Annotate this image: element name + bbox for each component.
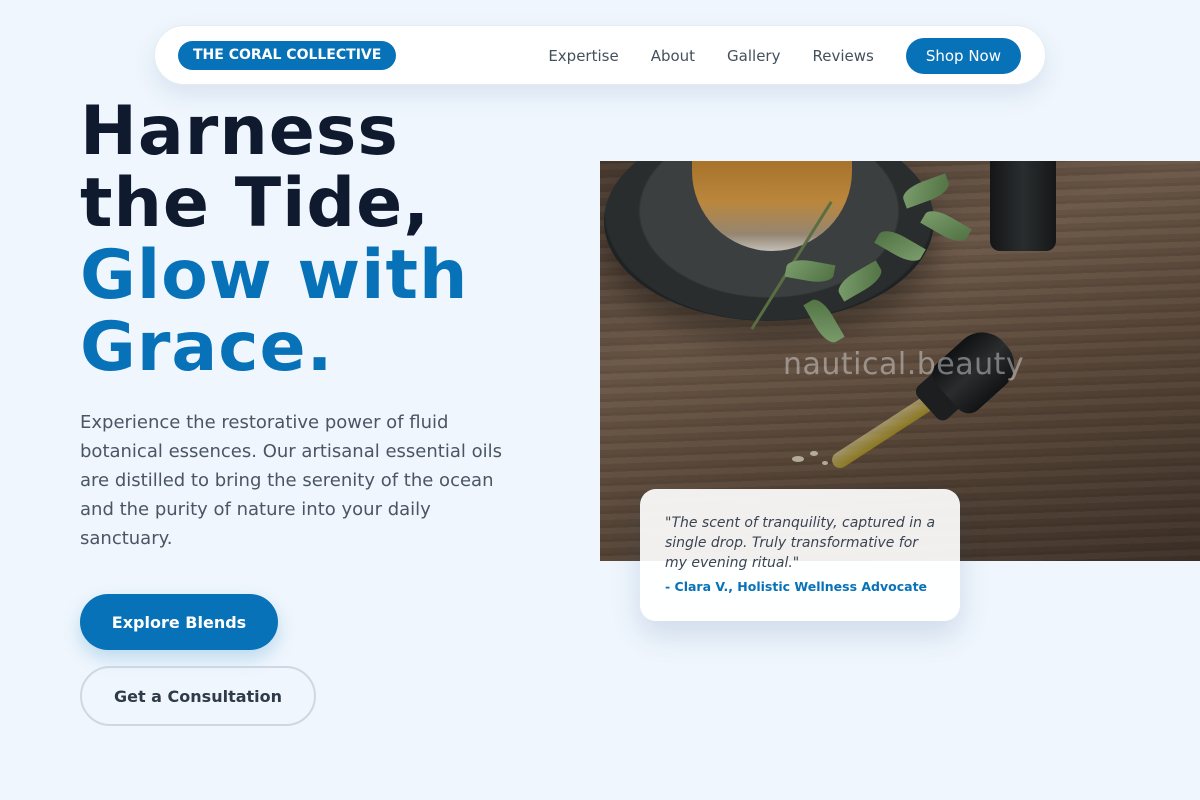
headline-line-2: the Tide, (80, 164, 431, 243)
headline-line-3: Glow with (80, 236, 469, 315)
nav-link-gallery[interactable]: Gallery (727, 38, 780, 74)
nav-links: Expertise About Gallery Reviews Shop Now (548, 38, 1021, 74)
image-watermark: nautical.beauty (783, 347, 1025, 382)
landing-page: THE CORAL COLLECTIVE Expertise About Gal… (0, 0, 1200, 800)
oil-drop (822, 461, 828, 465)
get-consultation-button[interactable]: Get a Consultation (80, 666, 316, 726)
testimonial-quote: "The scent of tranquility, captured in a… (665, 515, 936, 571)
nav-link-about[interactable]: About (651, 38, 695, 74)
testimonial-author: - Clara V., Holistic Wellness Advocate (665, 579, 928, 594)
oil-drop (792, 456, 804, 462)
nav-link-expertise[interactable]: Expertise (548, 38, 618, 74)
explore-blends-button[interactable]: Explore Blends (80, 594, 278, 650)
nav-link-reviews[interactable]: Reviews (812, 38, 873, 74)
hero-headline: Harness the Tide, Glow with Grace. (80, 96, 600, 384)
testimonial-card: "The scent of tranquility, captured in a… (640, 489, 960, 621)
oil-drop (810, 451, 818, 456)
shop-now-button[interactable]: Shop Now (905, 38, 1021, 74)
bottle-shape (990, 161, 1056, 251)
brand-logo[interactable]: THE CORAL COLLECTIVE (178, 41, 397, 70)
hero-description: Experience the restorative power of flui… (80, 412, 502, 549)
headline-line-4: Grace. (80, 308, 334, 387)
headline-line-1: Harness (80, 92, 399, 171)
top-nav: THE CORAL COLLECTIVE Expertise About Gal… (154, 25, 1046, 85)
dropper-glass (829, 392, 939, 472)
